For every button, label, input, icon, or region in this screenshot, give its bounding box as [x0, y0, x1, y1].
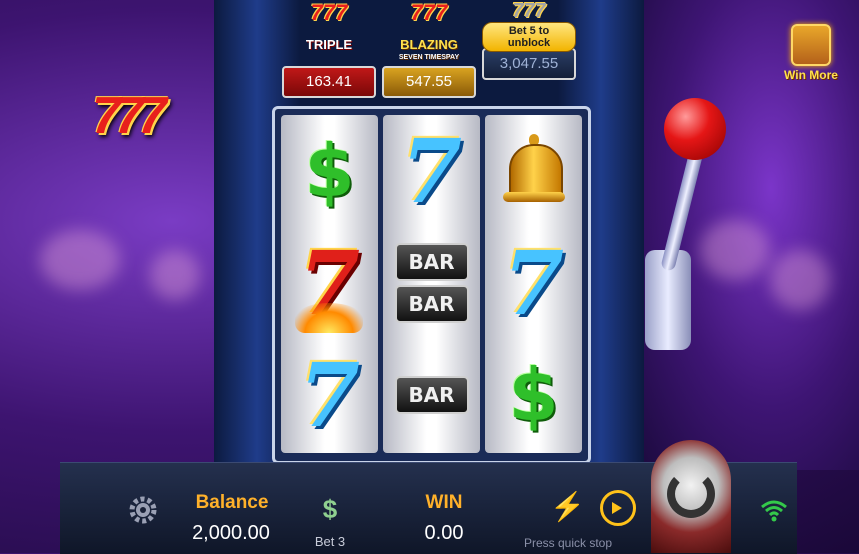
- bar-symbol: BAR: [394, 285, 469, 323]
- background-light: [770, 250, 830, 310]
- gear-icon[interactable]: [127, 494, 159, 526]
- unlock-button[interactable]: Bet 5 to unblock: [482, 22, 576, 52]
- bar-symbol: BAR: [394, 243, 469, 281]
- background-light: [150, 250, 200, 300]
- reel-symbol-double-bar: BAR BAR: [383, 227, 480, 339]
- bell-icon: [502, 134, 565, 208]
- jackpot-logo: 777: [410, 0, 448, 25]
- reel-symbol-blazing-seven: 7: [281, 227, 378, 339]
- blue-seven-symbol: 7: [502, 231, 565, 335]
- jackpot-name: TRIPLE: [305, 37, 353, 52]
- jackpot-value: 163.41: [282, 66, 376, 98]
- spin-button[interactable]: [651, 440, 731, 553]
- background-light: [700, 220, 770, 280]
- jackpot-triple: 777 TRIPLE 163.41: [282, 0, 376, 98]
- treasure-chest-icon: [791, 24, 831, 66]
- win-value: 0.00: [424, 522, 464, 544]
- jackpot-bar: 777 TRIPLE 163.41 777 BLAZING SEVEN TIME…: [270, 0, 590, 102]
- reel-symbol-seven: 7: [383, 115, 480, 227]
- jackpot-locked: 777 Bet 5 to unblock 3,047.55: [482, 0, 576, 80]
- jackpot-value: 547.55: [382, 66, 476, 98]
- reel-symbol-dollar: $: [281, 115, 378, 227]
- autoplay-icon[interactable]: [600, 490, 636, 526]
- decorative-777-logo: 777: [92, 87, 167, 145]
- blue-seven-symbol: 7: [400, 119, 463, 223]
- dollar-symbol: $: [508, 353, 559, 437]
- reel-symbol-seven: 7: [485, 227, 582, 339]
- balance-label: Balance: [195, 492, 269, 513]
- dollar-icon: $: [322, 494, 338, 524]
- flame-icon: [295, 303, 363, 333]
- reel-symbol-seven: 7: [281, 339, 378, 451]
- reel-symbol-bar: BAR: [383, 339, 480, 451]
- jackpot-name: BLAZING: [400, 37, 458, 52]
- jackpot-value: 3,047.55: [482, 48, 576, 80]
- blue-seven-symbol: 7: [298, 343, 361, 447]
- reel-1: $ 7 7: [281, 115, 378, 453]
- quick-stop-hint: Press quick stop: [523, 536, 613, 550]
- win-more-button[interactable]: Win More: [780, 24, 842, 82]
- bar-symbol: BAR: [394, 376, 469, 414]
- jackpot-name-block: BLAZING SEVEN TIMESPAY: [382, 38, 476, 64]
- jackpot-blazing: 777 BLAZING SEVEN TIMESPAY 547.55: [382, 0, 476, 98]
- lightning-icon[interactable]: ⚡: [550, 490, 585, 526]
- reel-symbol-dollar: $: [485, 339, 582, 451]
- win-more-label: Win More: [784, 68, 838, 82]
- reel-2: 7 BAR BAR BAR: [383, 115, 480, 453]
- spin-arrow-icon: [667, 470, 715, 518]
- reel-symbol-bell: [485, 115, 582, 227]
- background-light: [40, 230, 120, 290]
- wifi-icon: [761, 500, 787, 522]
- dollar-symbol: $: [304, 129, 355, 213]
- jackpot-logo: 777: [512, 0, 546, 22]
- bet-button[interactable]: $ Bet 3: [300, 480, 360, 550]
- lever-handle[interactable]: [664, 98, 726, 160]
- reel-3: 7 $: [485, 115, 582, 453]
- win-label: WIN: [425, 492, 463, 513]
- bet-label: Bet 3: [314, 534, 346, 549]
- balance-value: 2,000.00: [192, 522, 270, 544]
- jackpot-subtitle: SEVEN TIMESPAY: [398, 54, 460, 61]
- jackpot-logo: 777: [310, 0, 348, 25]
- reel-window: $ 7 7 7 BAR BAR BAR 7 $: [272, 106, 591, 464]
